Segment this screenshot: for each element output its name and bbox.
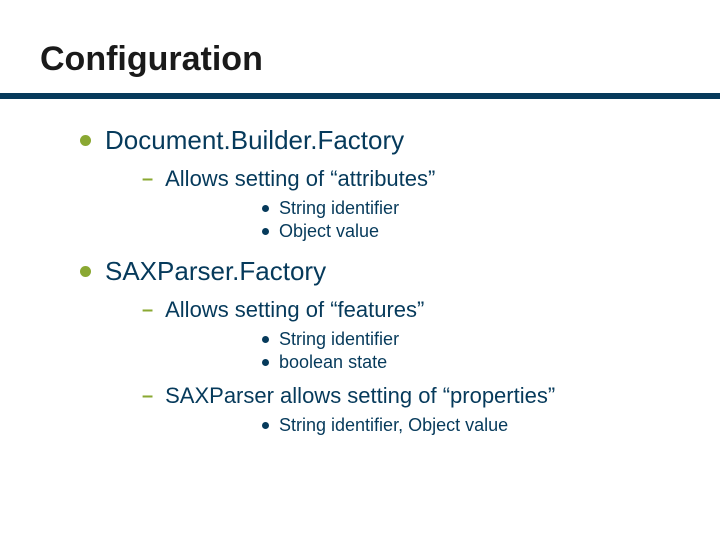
bullet-text: SAXParser allows setting of “properties”	[165, 383, 555, 409]
bullet-level2: – Allows setting of “features” String id…	[142, 297, 680, 373]
dash-icon: –	[142, 385, 153, 408]
bullet-row: – SAXParser allows setting of “propertie…	[142, 383, 680, 409]
bullet-text: String identifier	[279, 198, 399, 219]
bullet-dot-small-icon	[262, 336, 269, 343]
bullet-text: boolean state	[279, 352, 387, 373]
dash-icon: –	[142, 168, 153, 191]
bullet-dot-small-icon	[262, 359, 269, 366]
bullet-text: Allows setting of “features”	[165, 297, 424, 323]
bullet-level3: String identifier	[262, 329, 680, 350]
bullet-level3: Object value	[262, 221, 680, 242]
bullet-dot-small-icon	[262, 205, 269, 212]
bullet-text: Allows setting of “attributes”	[165, 166, 435, 192]
bullet-row: Document.Builder.Factory	[80, 125, 680, 156]
bullet-text: Document.Builder.Factory	[105, 125, 404, 156]
bullet-level3-group: String identifier, Object value	[262, 415, 680, 436]
underline-rule	[0, 93, 720, 99]
bullet-level3-group: String identifier Object value	[262, 198, 680, 242]
slide-title: Configuration	[40, 40, 680, 79]
bullet-row: – Allows setting of “features”	[142, 297, 680, 323]
bullet-text: String identifier, Object value	[279, 415, 508, 436]
bullet-level3: boolean state	[262, 352, 680, 373]
bullet-level3-group: String identifier boolean state	[262, 329, 680, 373]
bullet-dot-small-icon	[262, 228, 269, 235]
bullet-level1: SAXParser.Factory – Allows setting of “f…	[80, 256, 680, 436]
bullet-level3: String identifier, Object value	[262, 415, 680, 436]
bullet-row: – Allows setting of “attributes”	[142, 166, 680, 192]
bullet-level2: – Allows setting of “attributes” String …	[142, 166, 680, 242]
section-document-builder-factory: Document.Builder.Factory – Allows settin…	[40, 125, 680, 242]
section-sax-parser-factory: SAXParser.Factory – Allows setting of “f…	[40, 256, 680, 436]
bullet-text: Object value	[279, 221, 379, 242]
bullet-level2: – SAXParser allows setting of “propertie…	[142, 383, 680, 436]
bullet-level1: Document.Builder.Factory – Allows settin…	[80, 125, 680, 242]
bullet-text: String identifier	[279, 329, 399, 350]
dash-icon: –	[142, 299, 153, 322]
bullet-dot-icon	[80, 266, 91, 277]
slide: Configuration Document.Builder.Factory –…	[0, 0, 720, 540]
bullet-row: SAXParser.Factory	[80, 256, 680, 287]
bullet-dot-icon	[80, 135, 91, 146]
bullet-level3: String identifier	[262, 198, 680, 219]
bullet-text: SAXParser.Factory	[105, 256, 326, 287]
bullet-dot-small-icon	[262, 422, 269, 429]
